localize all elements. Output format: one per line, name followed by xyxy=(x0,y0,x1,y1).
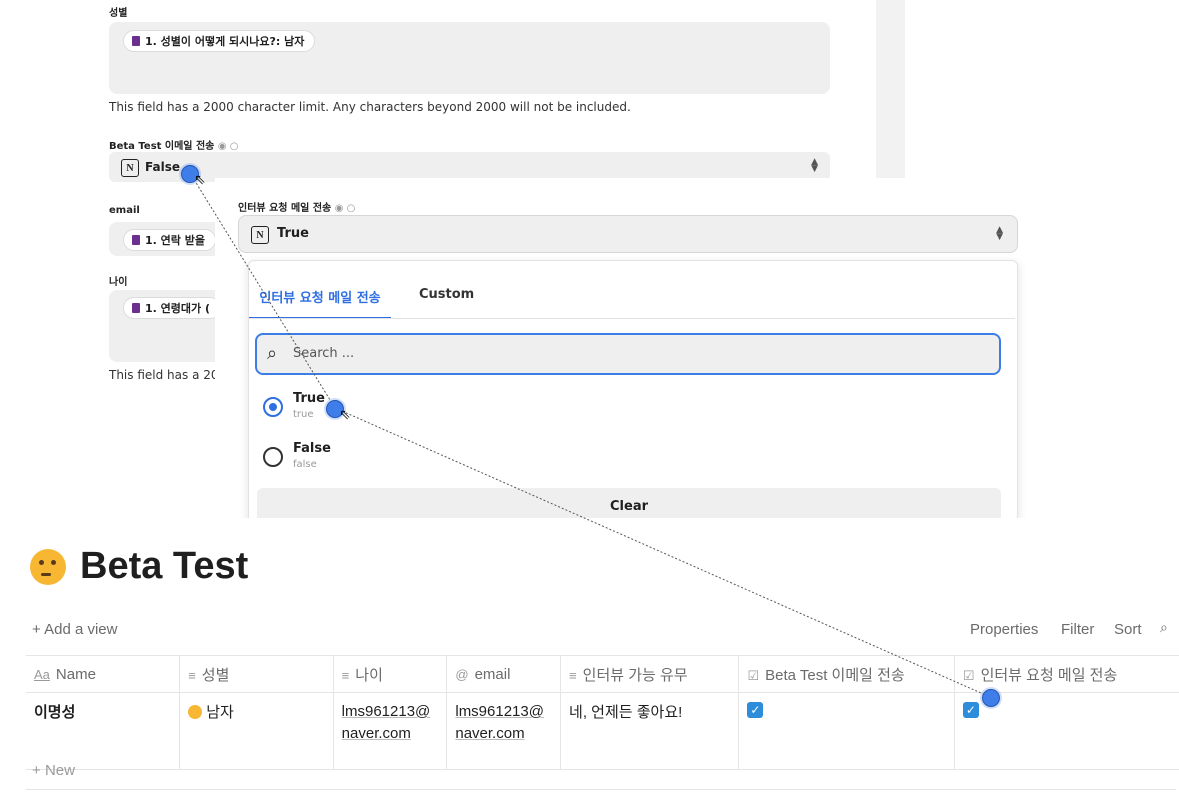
cursor-arrow-icon: ⇖ xyxy=(194,172,206,188)
cursor-arrow-icon: ⇖ xyxy=(339,407,351,423)
drag-path-line xyxy=(189,172,991,698)
cursor-pointer-dot xyxy=(982,689,1000,707)
drag-trail-overlay xyxy=(189,172,991,698)
